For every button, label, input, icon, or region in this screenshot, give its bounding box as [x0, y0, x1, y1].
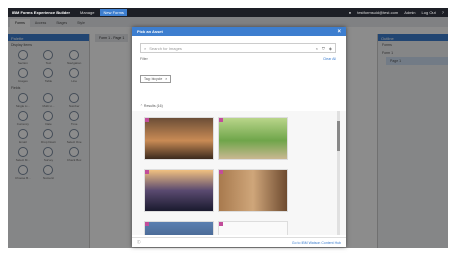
image-thumbnail[interactable] [144, 169, 214, 212]
search-placeholder: Search for Images [149, 45, 182, 51]
help-circle-icon[interactable]: ⓘ [137, 240, 141, 245]
menu-manage[interactable]: Manage [80, 10, 94, 15]
watson-content-hub-link[interactable]: Go to IBM Watson Content Hub [292, 241, 341, 245]
chevron-icon: ⌃ [140, 104, 143, 108]
dialog-header: Pick an Asset × [132, 27, 346, 36]
image-thumbnail[interactable] [218, 221, 288, 235]
app-title: IBM Forms Experience Builder [12, 10, 71, 15]
admin-link[interactable]: Admin [404, 10, 415, 15]
top-bar: IBM Forms Experience Builder Manage New … [8, 8, 448, 17]
select-corner-icon [219, 118, 223, 122]
user-email: testformsuid@test.com [357, 10, 399, 15]
filter-chip[interactable]: Tag: bicycle × [140, 75, 172, 83]
logout-link[interactable]: Log Out [422, 10, 436, 15]
clear-all-link[interactable]: Clear All [323, 57, 336, 61]
results-count: ⌃ Results (16) [140, 104, 163, 108]
search-icon: ⌕ [144, 45, 147, 51]
image-thumbnail[interactable] [218, 117, 288, 160]
search-input[interactable]: ⌕ Search for Images × ⛉ ◈ [140, 43, 336, 53]
filter-row: Filter Clear All [140, 57, 336, 61]
image-results-grid [132, 111, 346, 235]
results-label: Results (16) [143, 104, 163, 108]
select-corner-icon [219, 170, 223, 174]
scrollbar[interactable] [337, 111, 340, 235]
scrollbar-thumb[interactable] [337, 121, 340, 151]
dialog-footer: ⓘ Go to IBM Watson Content Hub [132, 237, 346, 247]
asset-picker-dialog: Pick an Asset × ⌕ Search for Images × ⛉ … [132, 27, 346, 247]
close-icon[interactable]: × [337, 29, 341, 35]
select-corner-icon [219, 222, 223, 226]
select-corner-icon [145, 222, 149, 226]
help-icon[interactable]: ? [442, 10, 444, 15]
image-thumbnail[interactable] [144, 221, 214, 235]
clear-search-icon[interactable]: × [316, 46, 318, 51]
chip-label: Tag: bicycle [144, 77, 163, 81]
filter-icon[interactable]: ⛉ [322, 46, 325, 51]
user-icon: ● [348, 10, 352, 15]
dialog-title: Pick an Asset [137, 29, 163, 34]
image-thumbnail[interactable] [144, 117, 214, 160]
image-thumbnail[interactable] [218, 169, 288, 212]
chip-remove-icon[interactable]: × [165, 77, 167, 81]
topbar-right: ● testformsuid@test.com Admin Log Out ? [349, 10, 444, 15]
select-corner-icon [145, 118, 149, 122]
filter-label: Filter [140, 57, 148, 61]
select-corner-icon [145, 170, 149, 174]
tag-icon[interactable]: ◈ [329, 46, 332, 51]
menu-new-forms[interactable]: New Forms [100, 9, 127, 16]
